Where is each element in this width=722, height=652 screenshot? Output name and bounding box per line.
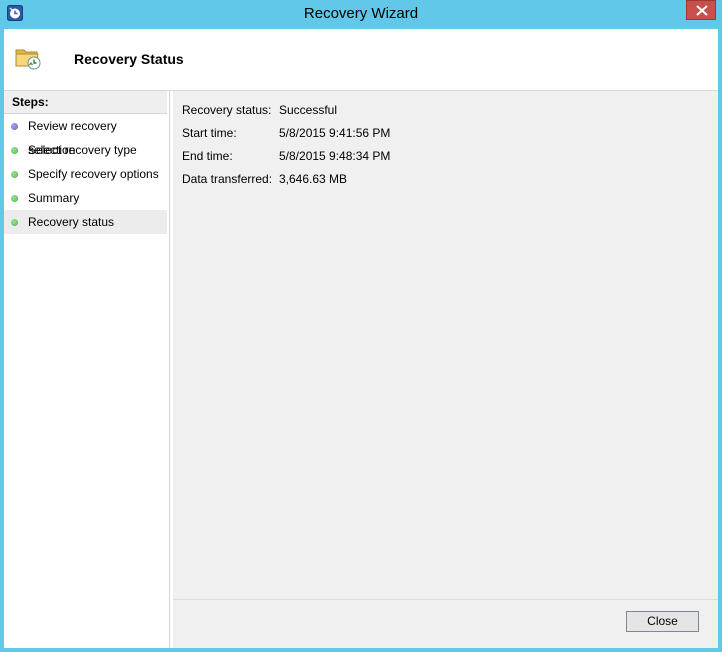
steps-heading: Steps: xyxy=(4,91,167,114)
step-label: Recovery status xyxy=(28,215,115,229)
step-status-dot-icon xyxy=(11,171,18,178)
step-status-dot-icon xyxy=(11,147,18,154)
steps-panel: Steps: Review recovery selection Select … xyxy=(4,91,170,648)
data-transferred-label: Data transferred: xyxy=(182,172,273,186)
step-select-recovery-type[interactable]: Select recovery type xyxy=(4,138,167,162)
close-button[interactable]: Close xyxy=(626,611,699,632)
folder-recovery-icon xyxy=(15,44,43,72)
data-transferred-value: 3,646.63 MB xyxy=(279,172,348,186)
recovery-wizard-window: Recovery Wizard Recovery Status Steps: R… xyxy=(0,0,722,652)
page-title: Recovery Status xyxy=(74,51,184,67)
step-label: Select recovery type xyxy=(28,143,137,157)
step-specify-recovery-options[interactable]: Specify recovery options xyxy=(4,162,167,186)
close-icon xyxy=(696,5,708,16)
wizard-footer: Close xyxy=(173,600,718,648)
step-status-dot-icon xyxy=(11,123,18,130)
window-close-button[interactable] xyxy=(686,0,716,20)
step-status-dot-icon xyxy=(11,219,18,226)
status-content-panel: Recovery status: Successful Start time: … xyxy=(173,91,718,600)
step-label: Summary xyxy=(28,191,80,205)
end-time-label: End time: xyxy=(182,149,233,163)
wizard-client-area: Recovery Status Steps: Review recovery s… xyxy=(4,29,718,648)
window-title: Recovery Wizard xyxy=(303,5,419,22)
step-summary[interactable]: Summary xyxy=(4,186,167,210)
step-label: Specify recovery options xyxy=(28,167,159,181)
recovery-status-value: Successful xyxy=(279,103,338,117)
step-review-recovery-selection[interactable]: Review recovery selection xyxy=(4,114,167,157)
recovery-status-label: Recovery status: xyxy=(182,103,272,117)
start-time-value: 5/8/2015 9:41:56 PM xyxy=(279,126,391,140)
end-time-value: 5/8/2015 9:48:34 PM xyxy=(279,149,391,163)
step-status-dot-icon xyxy=(11,195,18,202)
start-time-label: Start time: xyxy=(182,126,237,140)
step-recovery-status[interactable]: Recovery status xyxy=(4,210,167,234)
wizard-header: Recovery Status xyxy=(4,29,718,91)
title-bar[interactable]: Recovery Wizard xyxy=(0,0,722,29)
